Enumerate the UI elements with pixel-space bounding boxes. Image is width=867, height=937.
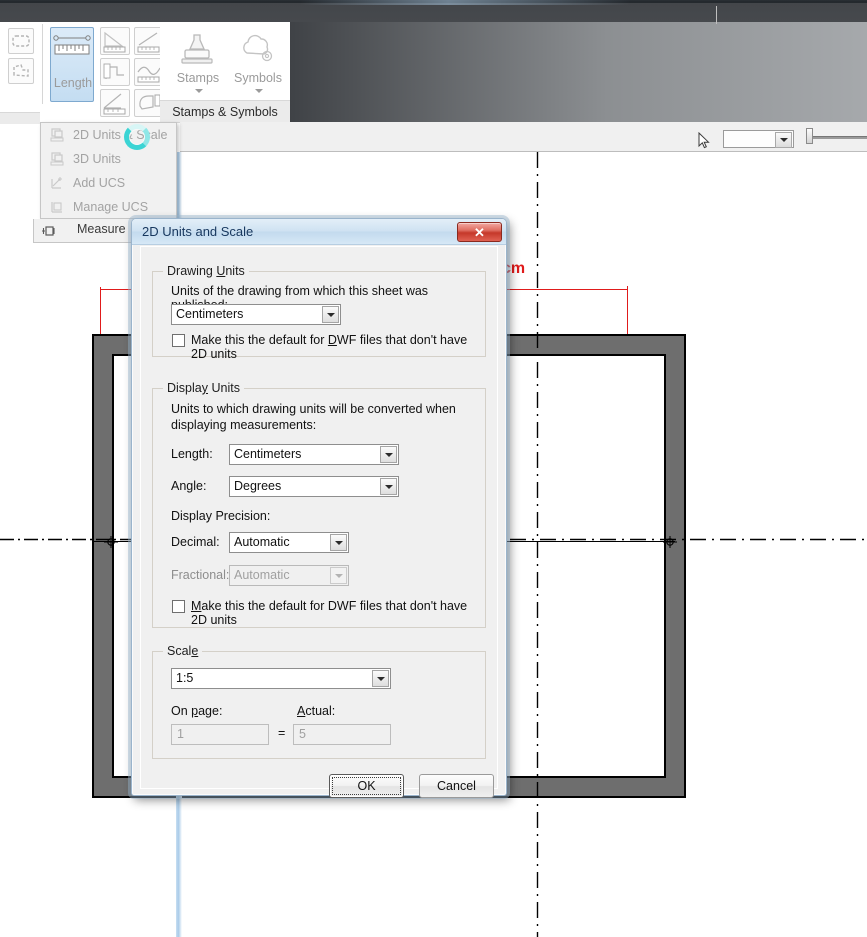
actual-label: Actual: [297, 704, 336, 718]
drawing-units-combo-value: Centimeters [176, 307, 244, 321]
on-page-label: On page: [171, 704, 223, 718]
decimal-combo-value: Automatic [234, 535, 290, 549]
measure-polyline-icon[interactable] [100, 58, 130, 86]
length-combo-value: Centimeters [234, 447, 302, 461]
menu-footer-measure[interactable]: Measure [33, 219, 141, 243]
decimal-label: Decimal: [171, 535, 220, 549]
actual-value: 5 [299, 727, 306, 741]
app-titlebar [0, 0, 867, 22]
dialog-body: Drawing Units Units of the drawing from … [140, 246, 498, 798]
drawing-units-group: Drawing Units Units of the drawing from … [152, 264, 486, 361]
scale-group: Scale 1:5 On page: Actual: 1 = 5 [152, 644, 486, 759]
ok-focus-ring [332, 777, 401, 795]
fractional-label: Fractional: [171, 568, 230, 582]
angle-label: Angle: [171, 479, 207, 493]
symbols-label: Symbols [234, 71, 282, 85]
measure-angle-icon[interactable] [100, 89, 130, 117]
fractional-combo-value: Automatic [234, 568, 290, 582]
mouse-pointer-icon [698, 132, 710, 149]
menu-item-add-ucs[interactable]: Add UCS [41, 171, 176, 195]
stamps-panel-title-bar: Stamps & Symbols [160, 100, 290, 122]
display-units-description: Units to which drawing units will be con… [171, 402, 456, 432]
stamps-label: Stamps [176, 71, 220, 85]
angle-combo[interactable]: Degrees [229, 476, 399, 497]
actual-input: 5 [293, 724, 391, 745]
zoom-slider-thumb[interactable] [806, 128, 813, 144]
chevron-down-icon[interactable] [380, 446, 397, 463]
units-dropdown-menu[interactable]: 2D Units & Scale 3D Units Add UCS Manage… [40, 122, 177, 219]
menu-footer-measure-label: Measure [77, 222, 126, 236]
angle-combo-value: Degrees [234, 479, 282, 493]
drawing-units-default-checkbox[interactable] [172, 334, 185, 347]
add-ucs-icon [51, 177, 62, 189]
ok-button[interactable]: OK [329, 774, 404, 798]
measure-length-icon [53, 35, 91, 55]
zoom-slider-track[interactable] [812, 136, 867, 139]
dialog-titlebar[interactable]: 2D Units and Scale ✕ [132, 219, 506, 245]
menu-item-add-ucs-label: Add UCS [73, 176, 126, 190]
loading-spinner [124, 124, 150, 150]
menu-item-3d-units-label: 3D Units [73, 152, 121, 166]
scale-combo-value: 1:5 [176, 671, 194, 685]
cancel-button-label: Cancel [437, 779, 476, 793]
drawing-units-combo[interactable]: Centimeters [171, 304, 341, 325]
display-units-default-label: Make this the default for DWF files that… [191, 599, 468, 627]
measure-distance-icon[interactable] [100, 27, 130, 55]
length-tool-button[interactable]: Length [50, 27, 94, 102]
menu-item-manage-ucs[interactable]: Manage UCS [41, 195, 176, 219]
length-label: Length: [171, 447, 213, 461]
length-combo[interactable]: Centimeters [229, 444, 399, 465]
ribbon-measure-panel: Length [44, 22, 172, 122]
fractional-combo: Automatic [229, 565, 349, 586]
ribbon-background-right [289, 22, 867, 122]
stamps-panel-title: Stamps & Symbols [172, 105, 278, 119]
menu-item-3d-units[interactable]: 3D Units [41, 147, 176, 171]
decimal-combo[interactable]: Automatic [229, 532, 349, 553]
display-units-group: Display Units Units to which drawing uni… [152, 381, 486, 628]
units-3d-icon [50, 152, 64, 166]
display-precision-label: Display Precision: [171, 509, 271, 523]
measure-pin-icon [42, 226, 55, 236]
display-units-legend: Display Units [163, 381, 244, 395]
toolbar-combo[interactable] [723, 130, 794, 148]
ribbon-separator-1 [42, 24, 43, 104]
stamp-icon [181, 34, 213, 64]
toolbar-separator [716, 6, 717, 24]
drawing-units-default-label: Make this the default for DWF files that… [191, 333, 468, 361]
chevron-down-icon[interactable] [380, 478, 397, 495]
shape-polygon-icon[interactable] [8, 58, 34, 84]
on-page-value: 1 [177, 727, 184, 741]
manage-ucs-icon [51, 202, 62, 213]
application-window: Length Stamps Symbols Stamps & Symbols c… [0, 0, 867, 937]
centerline-vertical [536, 152, 539, 937]
titlebar-sheen [300, 0, 630, 5]
display-units-default-checkbox[interactable] [172, 600, 185, 613]
scale-combo[interactable]: 1:5 [171, 668, 391, 689]
dialog-title: 2D Units and Scale [142, 224, 254, 239]
chevron-down-icon[interactable] [775, 132, 792, 148]
ribbon-shapes-panel [0, 22, 40, 124]
menu-item-manage-ucs-label: Manage UCS [73, 200, 149, 214]
drawing-units-legend: Drawing Units [163, 264, 249, 278]
chevron-down-icon[interactable] [195, 89, 203, 93]
units-2d-icon [50, 128, 64, 142]
chevron-down-icon[interactable] [372, 670, 389, 687]
on-page-input: 1 [171, 724, 269, 745]
equals-sign: = [278, 726, 286, 740]
cancel-button[interactable]: Cancel [419, 774, 494, 798]
shape-rectangle-icon[interactable] [8, 28, 34, 54]
menu-item-2d-units-scale-label: 2D Units & Scale [73, 128, 168, 142]
units-scale-dialog: 2D Units and Scale ✕ Drawing Units Units… [128, 215, 510, 799]
chevron-down-icon[interactable] [330, 534, 347, 551]
stamps-button[interactable]: Stamps [170, 28, 224, 100]
symbols-button[interactable]: Symbols [228, 28, 286, 100]
chevron-down-icon[interactable] [322, 306, 339, 323]
symbols-cloud-icon [243, 34, 273, 62]
close-icon[interactable]: ✕ [457, 222, 502, 242]
scale-legend: Scale [163, 644, 203, 658]
length-tool-label: Length [53, 76, 93, 90]
chevron-down-icon [330, 567, 347, 584]
chevron-down-icon[interactable] [255, 89, 263, 93]
menu-item-2d-units-scale[interactable]: 2D Units & Scale [41, 123, 176, 147]
